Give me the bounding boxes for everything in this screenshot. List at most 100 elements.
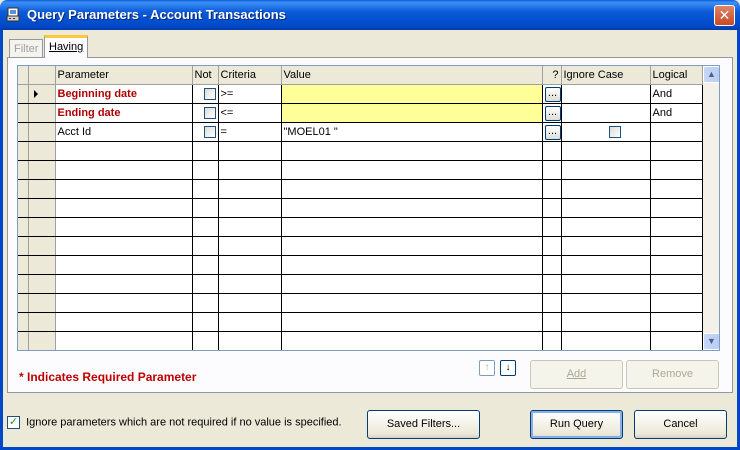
empty-cell[interactable] — [281, 236, 543, 256]
empty-cell[interactable] — [192, 179, 219, 199]
logical-cell[interactable] — [650, 122, 703, 142]
empty-cell[interactable] — [542, 255, 562, 275]
lookup-cell[interactable]: ... — [542, 84, 562, 104]
empty-cell[interactable] — [650, 179, 703, 199]
empty-cell[interactable] — [192, 198, 219, 218]
empty-cell[interactable] — [55, 274, 193, 294]
empty-cell[interactable] — [561, 179, 651, 199]
logical-cell[interactable]: And — [650, 84, 703, 104]
cancel-button[interactable]: Cancel — [634, 410, 727, 439]
parameters-grid[interactable]: Parameter Not Criteria Value ? Ignore Ca… — [17, 65, 720, 351]
not-cell[interactable] — [192, 84, 219, 104]
empty-cell[interactable] — [542, 293, 562, 313]
table-row-empty[interactable] — [18, 141, 703, 161]
empty-cell[interactable] — [650, 255, 703, 275]
ignore-case-cell[interactable] — [561, 122, 651, 142]
ignore-case-checkbox[interactable] — [608, 125, 621, 138]
empty-cell[interactable] — [561, 274, 651, 294]
empty-cell[interactable] — [650, 236, 703, 256]
ignore-unrequired-checkbox[interactable]: ✓ — [7, 416, 20, 429]
empty-cell[interactable] — [218, 217, 282, 237]
empty-cell[interactable] — [28, 179, 56, 199]
empty-cell[interactable] — [18, 141, 29, 161]
lookup-cell[interactable]: ... — [542, 103, 562, 123]
empty-cell[interactable] — [650, 274, 703, 294]
empty-cell[interactable] — [561, 293, 651, 313]
table-row-empty[interactable] — [18, 179, 703, 199]
ellipsis-button[interactable]: ... — [544, 124, 560, 140]
empty-cell[interactable] — [561, 255, 651, 275]
empty-cell[interactable] — [192, 160, 219, 180]
empty-cell[interactable] — [561, 160, 651, 180]
empty-cell[interactable] — [55, 217, 193, 237]
empty-cell[interactable] — [28, 255, 56, 275]
empty-cell[interactable] — [650, 331, 703, 350]
criteria-cell[interactable]: = — [218, 122, 282, 142]
empty-cell[interactable] — [28, 236, 56, 256]
column-header-value[interactable]: Value — [281, 66, 543, 85]
empty-cell[interactable] — [542, 217, 562, 237]
column-header-lookup[interactable]: ? — [542, 66, 562, 85]
scroll-down-button[interactable]: ▼ — [703, 333, 719, 350]
empty-cell[interactable] — [218, 274, 282, 294]
table-row-empty[interactable] — [18, 312, 703, 332]
empty-cell[interactable] — [192, 141, 219, 161]
empty-cell[interactable] — [542, 198, 562, 218]
empty-cell[interactable] — [561, 236, 651, 256]
empty-cell[interactable] — [192, 236, 219, 256]
not-checkbox[interactable] — [203, 106, 216, 119]
criteria-cell[interactable]: >= — [218, 84, 282, 104]
empty-cell[interactable] — [18, 331, 29, 350]
empty-cell[interactable] — [650, 141, 703, 161]
table-row-empty[interactable] — [18, 293, 703, 313]
run-query-button[interactable]: Run Query — [530, 410, 623, 439]
empty-cell[interactable] — [281, 160, 543, 180]
empty-cell[interactable] — [55, 160, 193, 180]
empty-cell[interactable] — [55, 198, 193, 218]
empty-cell[interactable] — [650, 293, 703, 313]
empty-cell[interactable] — [218, 255, 282, 275]
not-checkbox[interactable] — [203, 87, 216, 100]
empty-cell[interactable] — [542, 141, 562, 161]
empty-cell[interactable] — [561, 198, 651, 218]
empty-cell[interactable] — [281, 198, 543, 218]
empty-cell[interactable] — [192, 293, 219, 313]
empty-cell[interactable] — [218, 141, 282, 161]
empty-cell[interactable] — [18, 179, 29, 199]
criteria-cell[interactable]: <= — [218, 103, 282, 123]
empty-cell[interactable] — [18, 312, 29, 332]
scroll-up-button[interactable]: ▲ — [703, 66, 719, 83]
value-cell[interactable] — [281, 103, 543, 123]
empty-cell[interactable] — [542, 331, 562, 350]
empty-cell[interactable] — [561, 217, 651, 237]
saved-filters-button[interactable]: Saved Filters... — [367, 410, 480, 439]
empty-cell[interactable] — [18, 236, 29, 256]
empty-cell[interactable] — [55, 179, 193, 199]
empty-cell[interactable] — [28, 217, 56, 237]
empty-cell[interactable] — [18, 274, 29, 294]
empty-cell[interactable] — [542, 179, 562, 199]
empty-cell[interactable] — [28, 141, 56, 161]
table-row[interactable]: Ending date <=... And — [18, 103, 703, 123]
empty-cell[interactable] — [218, 331, 282, 350]
empty-cell[interactable] — [55, 141, 193, 161]
table-row-empty[interactable] — [18, 236, 703, 256]
empty-cell[interactable] — [218, 179, 282, 199]
empty-cell[interactable] — [18, 160, 29, 180]
empty-cell[interactable] — [281, 141, 543, 161]
empty-cell[interactable] — [18, 293, 29, 313]
empty-cell[interactable] — [18, 217, 29, 237]
empty-cell[interactable] — [218, 312, 282, 332]
empty-cell[interactable] — [281, 274, 543, 294]
empty-cell[interactable] — [28, 160, 56, 180]
empty-cell[interactable] — [55, 331, 193, 350]
table-row-empty[interactable] — [18, 160, 703, 180]
ignore-case-cell[interactable] — [561, 103, 651, 123]
empty-cell[interactable] — [192, 331, 219, 350]
column-header-logical[interactable]: Logical — [650, 66, 703, 85]
empty-cell[interactable] — [561, 141, 651, 161]
empty-cell[interactable] — [650, 160, 703, 180]
empty-cell[interactable] — [281, 255, 543, 275]
column-header-criteria[interactable]: Criteria — [218, 66, 282, 85]
table-row-empty[interactable] — [18, 274, 703, 294]
